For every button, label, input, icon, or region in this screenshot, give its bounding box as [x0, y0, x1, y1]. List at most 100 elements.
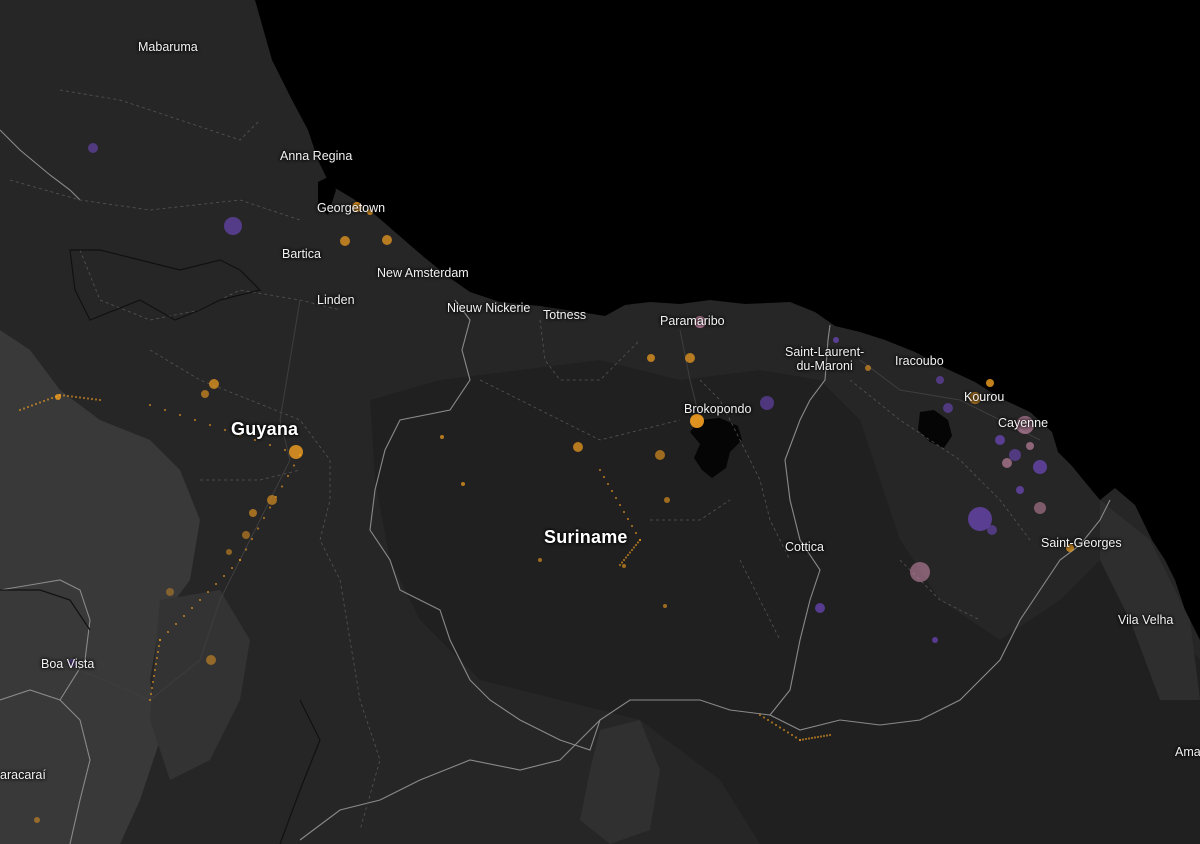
place-label-anna-regina: Anna Regina: [280, 149, 353, 163]
activity-point: [50, 396, 54, 400]
activity-point: [151, 680, 155, 684]
activity-point: [685, 353, 695, 363]
activity-point: [238, 558, 242, 562]
activity-point: [636, 541, 640, 544]
activity-point: [833, 337, 839, 343]
place-label-georgetown: Georgetown: [317, 201, 386, 215]
activity-point: [647, 354, 655, 362]
activity-point: [280, 485, 284, 488]
activity-point: [244, 548, 248, 551]
activity-point: [758, 713, 762, 717]
activity-point: [628, 551, 632, 554]
activity-point: [242, 531, 250, 539]
activity-point: [790, 733, 794, 737]
activity-point: [1016, 486, 1024, 494]
place-label-cottica: Cottica: [785, 540, 824, 554]
activity-point: [632, 546, 636, 549]
activity-point: [340, 236, 350, 246]
activity-point: [166, 588, 174, 596]
activity-point: [936, 376, 944, 384]
activity-point: [226, 549, 232, 555]
activity-point: [655, 450, 665, 460]
activity-point: [638, 538, 642, 542]
activity-point: [804, 737, 808, 741]
activity-point: [778, 726, 782, 729]
activity-point: [18, 408, 22, 412]
activity-point: [865, 365, 871, 371]
activity-point: [910, 562, 930, 582]
activity-point: [801, 738, 805, 741]
activity-point: [1033, 460, 1047, 474]
activity-point: [208, 423, 212, 427]
activity-point: [987, 525, 997, 535]
activity-point: [230, 566, 234, 570]
map-view[interactable]: Mabaruma Anna Regina Georgetown Bartica …: [0, 0, 1200, 844]
activity-point: [174, 622, 178, 626]
activity-point: [292, 464, 296, 467]
activity-point: [634, 543, 638, 547]
activity-point: [223, 428, 227, 432]
activity-point: [82, 396, 86, 400]
activity-point: [810, 736, 814, 740]
place-label-amapa-partial: Ama: [1175, 745, 1200, 759]
place-label-paramaribo: Paramaribo: [660, 314, 725, 328]
activity-point: [201, 390, 209, 398]
activity-point: [274, 495, 278, 499]
place-label-saint-laurent: Saint-Laurent- du-Maroni: [785, 345, 865, 374]
activity-point: [98, 398, 102, 402]
activity-point: [794, 736, 798, 739]
place-label-cayenne: Cayenne: [998, 416, 1049, 430]
activity-point: [634, 531, 638, 535]
activity-point: [222, 574, 226, 578]
activity-point: [209, 379, 219, 389]
activity-point: [289, 445, 303, 459]
activity-point: [42, 399, 46, 403]
country-label-guyana: Guyana: [231, 419, 299, 439]
activity-point: [825, 734, 829, 737]
activity-point: [90, 397, 94, 401]
activity-point: [798, 738, 802, 742]
activity-point: [224, 217, 242, 235]
activity-point: [206, 590, 210, 594]
activity-point: [46, 398, 50, 401]
activity-point: [193, 418, 197, 422]
activity-point: [606, 482, 610, 486]
activity-point: [440, 435, 444, 439]
place-label-vila-velha: Vila Velha: [1118, 613, 1174, 627]
activity-point: [624, 556, 628, 559]
activity-point: [283, 448, 287, 452]
activity-point: [770, 721, 774, 724]
activity-point: [610, 489, 614, 493]
activity-point: [94, 398, 98, 401]
activity-point: [34, 402, 38, 406]
place-label-nieuw-nickerie: Nieuw Nickerie: [447, 301, 531, 315]
activity-point: [166, 630, 170, 634]
activity-point: [819, 735, 823, 738]
activity-point: [1009, 449, 1021, 461]
activity-point: [86, 397, 90, 400]
place-label-bartica: Bartica: [282, 247, 321, 261]
activity-point: [815, 603, 825, 613]
activity-point: [30, 404, 34, 407]
activity-point: [38, 401, 42, 404]
activity-point: [153, 668, 157, 672]
place-label-totness: Totness: [543, 308, 587, 322]
activity-point: [760, 396, 774, 410]
activity-point: [158, 638, 162, 642]
activity-point: [256, 527, 260, 530]
activity-point: [26, 405, 30, 409]
activity-point: [156, 650, 160, 654]
activity-point: [214, 582, 218, 586]
activity-point: [664, 497, 670, 503]
place-label-brokopondo: Brokopondo: [684, 402, 752, 416]
activity-point: [807, 737, 811, 740]
activity-point: [66, 394, 70, 398]
activity-point: [626, 553, 630, 557]
activity-point: [150, 686, 154, 690]
activity-point: [622, 564, 626, 568]
activity-point: [786, 731, 790, 734]
activity-point: [22, 407, 26, 410]
activity-point: [182, 614, 186, 618]
activity-point: [663, 604, 667, 608]
activity-point: [622, 510, 626, 514]
